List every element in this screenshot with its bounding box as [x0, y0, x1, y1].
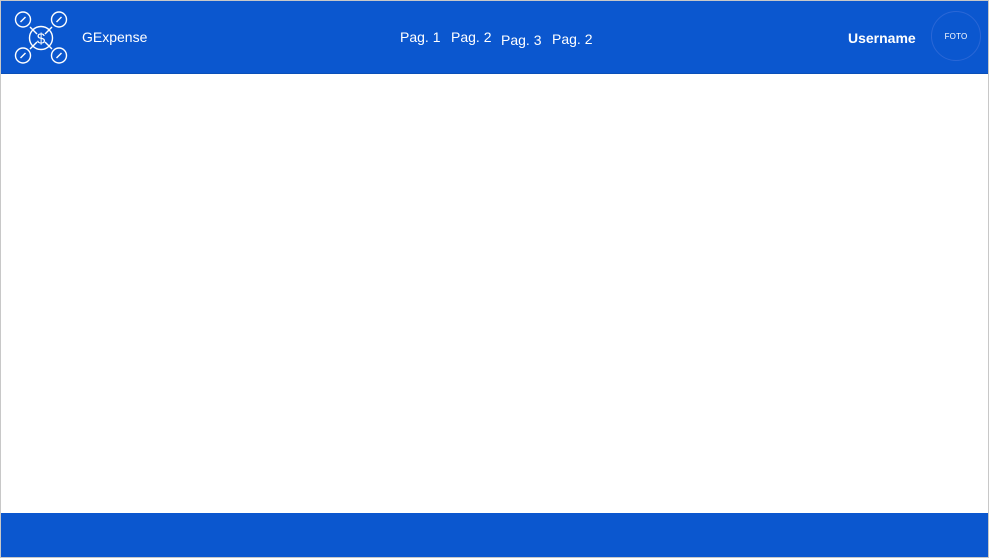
nav-link-pag-2-duplicate[interactable]: Pag. 2 [552, 31, 592, 47]
nav-link-pag-3[interactable]: Pag. 3 [501, 32, 541, 48]
username-label[interactable]: Username [848, 30, 916, 46]
nav-link-pag-2[interactable]: Pag. 2 [451, 29, 491, 45]
nav-link-pag-1[interactable]: Pag. 1 [400, 29, 440, 45]
avatar-placeholder-text: FOTO [944, 31, 968, 41]
avatar[interactable]: FOTO [931, 11, 981, 61]
top-navbar: $ GExpense Pag. 1 Pag. 2 Pag. 3 Pag. 2 U… [1, 1, 988, 74]
main-navigation: Pag. 1 Pag. 2 Pag. 3 Pag. 2 [1, 1, 988, 73]
app-window: $ GExpense Pag. 1 Pag. 2 Pag. 3 Pag. 2 U… [0, 0, 989, 558]
content-area [1, 74, 988, 512]
footer-bar [1, 513, 988, 557]
